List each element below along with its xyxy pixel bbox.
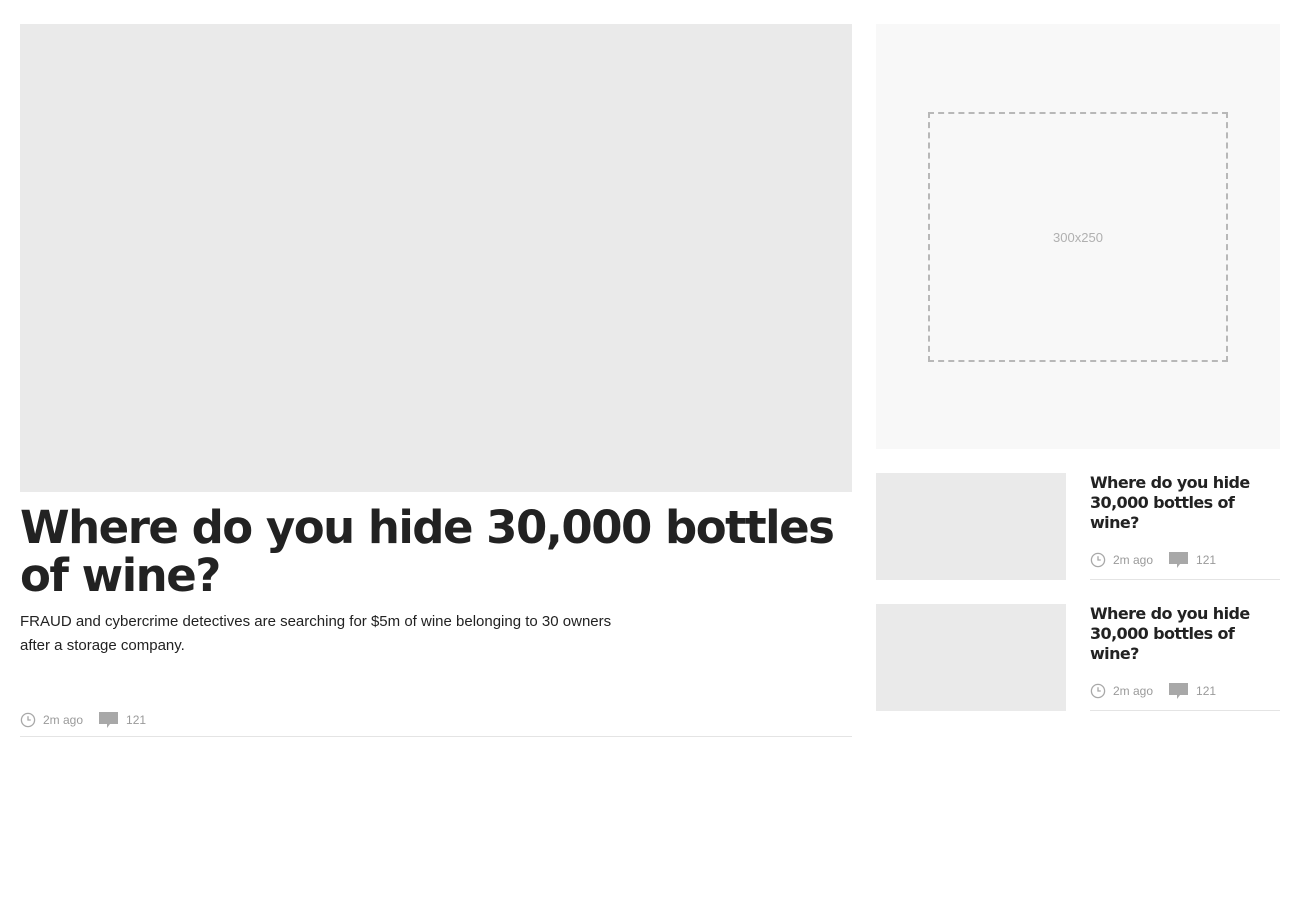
timestamp: 2m ago	[43, 713, 84, 727]
advertisement-slot: 300x250	[876, 24, 1280, 449]
side-story-meta: 2m ago 121	[1090, 552, 1216, 568]
clock-icon	[1090, 683, 1106, 699]
side-story-meta: 2m ago 121	[1090, 683, 1216, 699]
ad-placeholder[interactable]: 300x250	[928, 112, 1228, 362]
comment-count[interactable]: 121	[126, 713, 146, 727]
news-page: Where do you hide 30,000 bottles of wine…	[0, 0, 1300, 900]
lead-story-standfirst: FRAUD and cybercrime detectives are sear…	[20, 613, 612, 654]
side-story-body: Where do you hide 30,000 bottles of wine…	[1090, 473, 1280, 580]
comment-bubble-icon[interactable]	[99, 712, 119, 728]
lead-story-headline[interactable]: Where do you hide 30,000 bottles of wine…	[20, 504, 852, 600]
side-story: Where do you hide 30,000 bottles of wine…	[876, 604, 1280, 711]
comment-count[interactable]: 121	[1196, 684, 1216, 698]
clock-icon	[1090, 552, 1106, 568]
side-story-body: Where do you hide 30,000 bottles of wine…	[1090, 604, 1280, 711]
side-story-headline[interactable]: Where do you hide 30,000 bottles of wine…	[1090, 473, 1280, 533]
comment-count[interactable]: 121	[1196, 553, 1216, 567]
comment-bubble-icon[interactable]	[1169, 683, 1189, 699]
comment-bubble-icon[interactable]	[1169, 552, 1189, 568]
ad-size-label: 300x250	[1053, 229, 1103, 245]
side-story-headline[interactable]: Where do you hide 30,000 bottles of wine…	[1090, 604, 1280, 664]
lead-story-meta: 2m ago 121	[20, 712, 852, 737]
side-story: Where do you hide 30,000 bottles of wine…	[876, 473, 1280, 580]
lead-story-image[interactable]	[20, 24, 852, 492]
clock-icon	[20, 712, 36, 728]
side-story-thumbnail[interactable]	[876, 604, 1066, 711]
lead-story: Where do you hide 30,000 bottles of wine…	[20, 24, 852, 737]
timestamp: 2m ago	[1113, 684, 1154, 698]
timestamp: 2m ago	[1113, 553, 1154, 567]
side-story-thumbnail[interactable]	[876, 473, 1066, 580]
